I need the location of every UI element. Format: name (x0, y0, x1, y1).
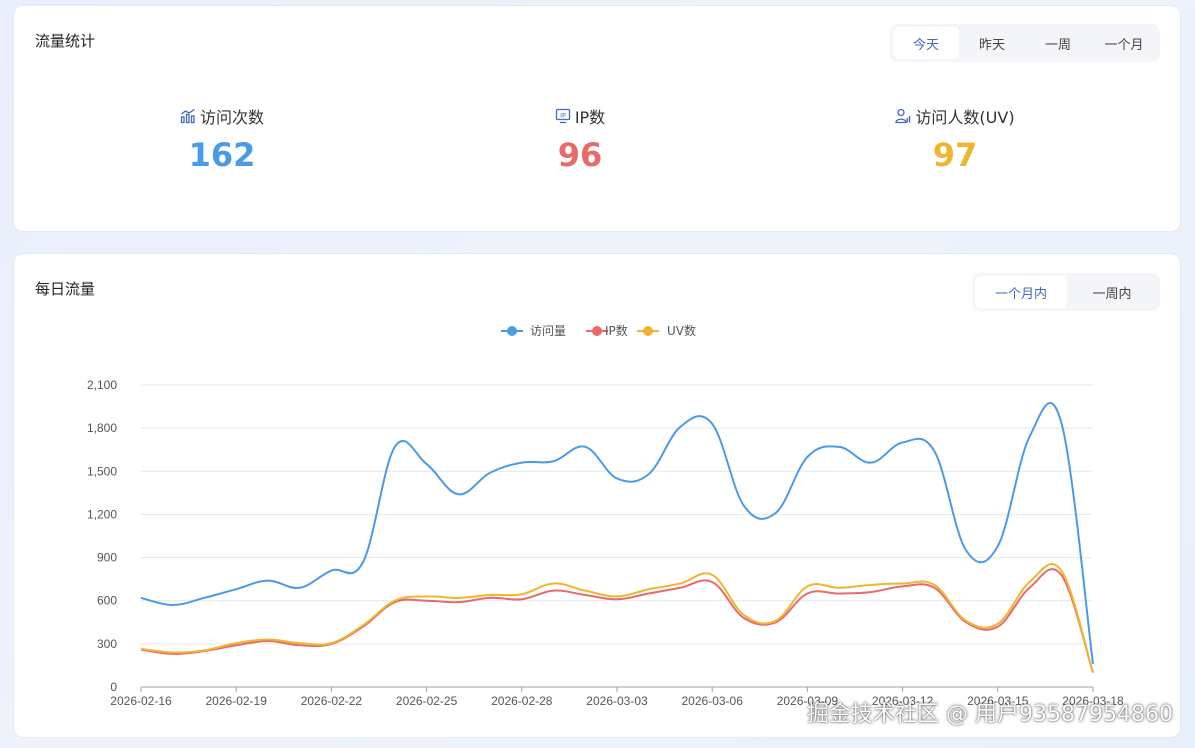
stat-visits-value: 162 (188, 136, 256, 174)
legend-marker (643, 326, 653, 336)
series-line-0 (140, 402, 1094, 665)
range-month-button[interactable]: 一个月 (1091, 27, 1157, 59)
watermark: 掘金技术社区 @ 用户93587954860 (807, 702, 1173, 727)
legend-label: 访问量 (530, 324, 566, 338)
traffic-stats-card: 流量统计 今天 昨天 一周 一个月 访问次数 162 IP IP数 96 访问人… (13, 5, 1181, 232)
bar-chart-icon (180, 108, 195, 124)
stat-uv-label: 访问人数(UV) (915, 108, 1015, 127)
range-today-button[interactable]: 今天 (893, 27, 959, 59)
x-tick-label: 2026-02-19 (206, 694, 268, 708)
x-tick-label: 2026-02-25 (396, 694, 458, 708)
range-week-button[interactable]: 一周 (1025, 27, 1091, 59)
traffic-title: 流量统计 (35, 32, 96, 50)
legend-label: IP数 (605, 323, 628, 338)
stat-ip-label: IP数 (574, 108, 606, 127)
x-tick-label: 2026-02-28 (491, 694, 553, 708)
y-tick-label: 2,100 (87, 378, 117, 392)
x-tick-label: 2026-03-03 (586, 694, 648, 708)
stat-visits: 访问次数 162 (122, 104, 322, 174)
x-tick-label: 2026-02-16 (110, 694, 172, 708)
series-line-2 (140, 563, 1094, 673)
stat-visits-label: 访问次数 (199, 108, 264, 127)
y-tick-label: 300 (97, 637, 117, 651)
legend-label: UV数 (667, 323, 696, 338)
svg-text:IP: IP (560, 112, 566, 120)
y-tick-label: 1,800 (87, 421, 117, 435)
stat-ip: IP IP数 96 (480, 104, 680, 174)
y-tick-label: 600 (97, 594, 117, 608)
stat-ip-value: 96 (557, 136, 603, 174)
x-tick-label: 2026-03-06 (682, 694, 744, 708)
legend-marker (592, 326, 602, 336)
x-tick-label: 2026-02-22 (301, 694, 363, 708)
daily-traffic-chart: 0 300 600 900 1,200 1,500 1,800 2,100 2026-02-16… (87, 323, 1124, 708)
legend-marker (507, 326, 517, 336)
user-chart-icon (895, 108, 911, 124)
stat-uv: 访问人数(UV) 97 (855, 104, 1055, 174)
range-selector: 今天 昨天 一周 一个月 (890, 24, 1160, 62)
y-tick-label: 900 (97, 551, 117, 565)
stat-uv-value: 97 (932, 136, 978, 174)
y-tick-label: 0 (110, 680, 117, 694)
y-tick-label: 1,500 (87, 464, 117, 478)
range-yesterday-button[interactable]: 昨天 (959, 27, 1025, 59)
daily-traffic-card: 每日流量 一个月内 一周内 0 300 600 900 1,200 1,500 1,800 2… (13, 253, 1181, 738)
y-tick-label: 1,200 (87, 507, 117, 521)
monitor-icon: IP (555, 108, 570, 124)
